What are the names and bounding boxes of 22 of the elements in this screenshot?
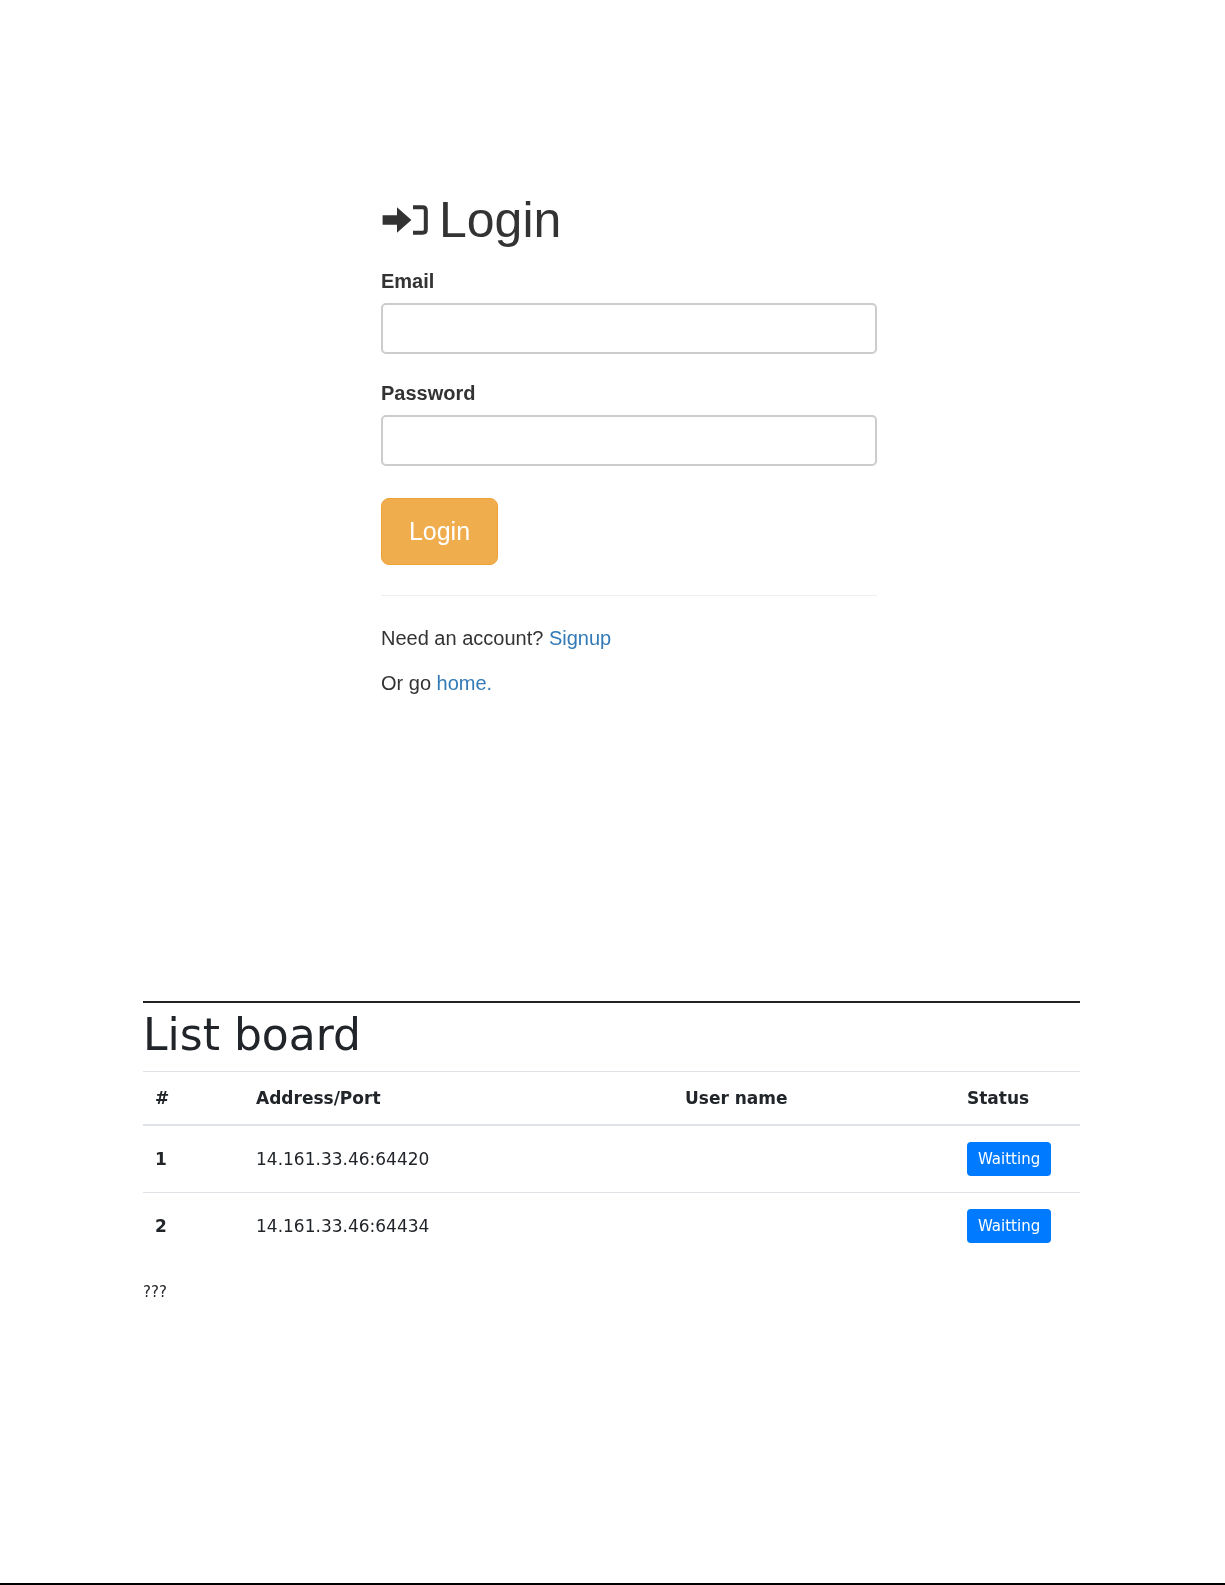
table-cell: 2 — [143, 1192, 244, 1259]
column-header: Status — [955, 1071, 1080, 1125]
home-prompt: Or go — [381, 672, 432, 694]
input-field[interactable] — [381, 415, 877, 466]
board-title: List board — [143, 1009, 362, 1061]
signup-link[interactable]: Signup — [548, 627, 612, 649]
column-header: Address/Port — [244, 1071, 673, 1125]
field-label: Password — [381, 382, 477, 405]
sign-in-icon — [381, 203, 429, 237]
column-header: User name — [673, 1071, 955, 1125]
status-badge: Waitting — [967, 1209, 1052, 1243]
footer-text: ??? — [143, 1283, 168, 1301]
table-cell: 14.161.33.46:64434 — [244, 1192, 673, 1259]
home-link[interactable]: home. — [436, 672, 493, 694]
page-title: Login — [439, 191, 562, 250]
column-header: # — [143, 1071, 244, 1125]
input-field[interactable] — [381, 303, 877, 354]
signup-prompt: Need an account? — [381, 627, 544, 649]
status-badge: Waitting — [967, 1142, 1052, 1176]
table-cell: 1 — [143, 1125, 244, 1193]
table-cell: 14.161.33.46:64420 — [244, 1125, 673, 1193]
field-label: Email — [381, 270, 436, 293]
